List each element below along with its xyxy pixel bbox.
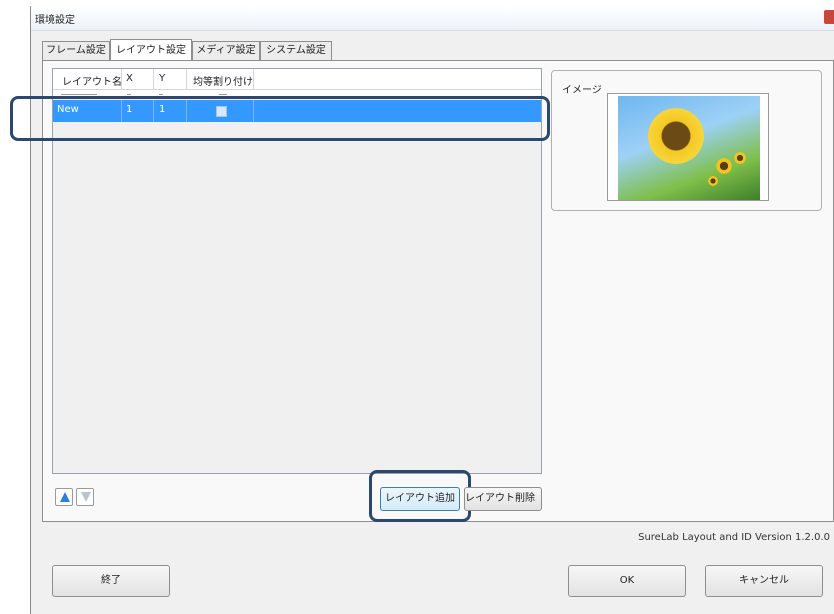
title-bar: 環境設定 xyxy=(31,6,834,31)
column-header-layout-name[interactable]: レイアウト名 xyxy=(62,73,122,88)
tab-frame-settings[interactable]: フレーム設定 xyxy=(42,41,110,60)
list-header: レイアウト名 X Y 均等割り付け xyxy=(53,69,541,90)
move-down-button[interactable] xyxy=(76,488,94,506)
window-title: 環境設定 xyxy=(35,15,75,26)
close-icon[interactable] xyxy=(824,10,834,24)
image-label: イメージ xyxy=(562,85,602,96)
column-divider xyxy=(153,69,154,89)
column-header-x[interactable]: X xyxy=(126,73,133,84)
cell-divider xyxy=(153,100,154,122)
tab-media-settings[interactable]: メディア設定 xyxy=(192,41,260,60)
tab-system-settings[interactable]: システム設定 xyxy=(260,41,332,60)
small-flower-shape xyxy=(734,152,746,164)
small-flower-shape xyxy=(716,158,732,174)
image-preview-group: イメージ xyxy=(551,70,822,211)
version-text: SureLab Layout and ID Version 1.2.0.0 xyxy=(638,532,830,543)
layout-list[interactable]: レイアウト名 X Y 均等割り付け New 1 1 xyxy=(52,68,542,474)
column-divider xyxy=(253,69,254,89)
partial-row xyxy=(53,90,541,99)
add-layout-button[interactable]: レイアウト追加 xyxy=(380,487,460,511)
exit-button[interactable]: 終了 xyxy=(52,565,170,597)
cell-layout-name: New xyxy=(57,104,79,115)
cell-divider xyxy=(121,100,122,122)
small-flower-shape xyxy=(708,176,718,186)
ok-button[interactable]: OK xyxy=(568,565,686,597)
column-divider xyxy=(121,69,122,89)
cell-divider xyxy=(186,100,187,122)
cell-x: 1 xyxy=(126,104,133,115)
sunflower-image xyxy=(618,96,760,200)
column-header-even-distribution[interactable]: 均等割り付け xyxy=(193,73,253,88)
row-fragment xyxy=(159,94,163,95)
cell-y: 1 xyxy=(159,104,166,115)
column-divider xyxy=(186,69,187,89)
row-fragment xyxy=(127,94,131,95)
delete-layout-button[interactable]: レイアウト削除 xyxy=(464,487,542,511)
preview-frame xyxy=(607,93,769,201)
cell-divider xyxy=(253,100,254,122)
even-distribution-checkbox[interactable] xyxy=(216,106,227,117)
arrow-down-icon xyxy=(81,492,91,502)
sunflower-shape xyxy=(648,108,704,164)
column-header-y[interactable]: Y xyxy=(159,73,165,84)
table-row-selected[interactable]: New 1 1 xyxy=(53,100,541,122)
move-up-button[interactable] xyxy=(55,488,73,506)
row-fragment xyxy=(219,94,227,95)
arrow-up-icon xyxy=(60,492,70,502)
row-fragment xyxy=(61,94,97,95)
tab-layout-settings[interactable]: レイアウト設定 xyxy=(110,39,192,60)
cancel-button[interactable]: キャンセル xyxy=(705,565,823,597)
